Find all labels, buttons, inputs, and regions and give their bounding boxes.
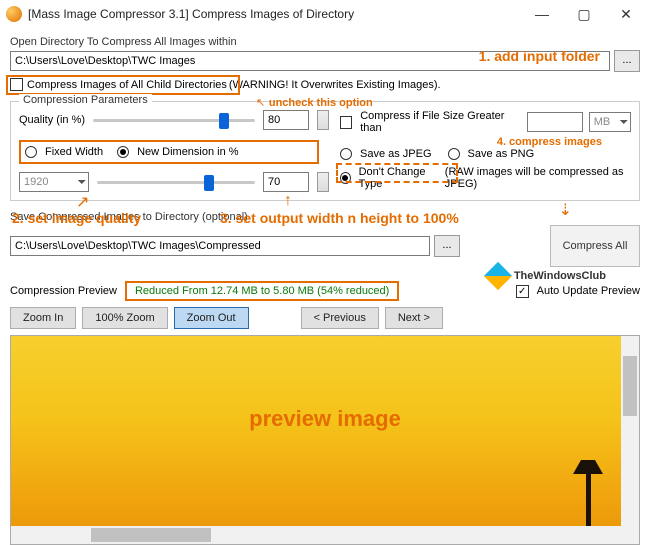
window-title: [Mass Image Compressor 3.1] Compress Ima… xyxy=(28,7,530,21)
zoom-100-button[interactable]: 100% Zoom xyxy=(82,307,167,329)
horizontal-scrollbar[interactable] xyxy=(11,526,621,544)
auto-update-preview-option[interactable]: Auto Update Preview xyxy=(516,285,640,298)
compress-all-button[interactable]: Compress All xyxy=(550,225,640,267)
compress-if-size-checkbox[interactable] xyxy=(340,116,352,129)
quality-label: Quality (in %) xyxy=(19,114,85,126)
new-dimension-option[interactable]: New Dimension in % xyxy=(117,146,238,158)
browse-output-button[interactable]: ... xyxy=(434,235,460,257)
open-directory-label: Open Directory To Compress All Images wi… xyxy=(10,36,640,48)
dont-change-type-option[interactable]: Don't Change Type xyxy=(340,166,439,190)
spinner-icon[interactable] xyxy=(317,172,329,192)
size-threshold-input[interactable] xyxy=(527,112,583,132)
close-button[interactable]: ✕ xyxy=(614,6,638,23)
spinner-icon[interactable] xyxy=(317,110,329,130)
zoom-out-button[interactable]: Zoom Out xyxy=(174,307,249,329)
child-directories-checkbox[interactable] xyxy=(10,78,23,91)
raw-note: (RAW images will be compressed as JPEG) xyxy=(445,166,631,190)
fixed-width-label: Fixed Width xyxy=(45,146,103,158)
compression-preview-label: Compression Preview xyxy=(10,285,117,297)
compression-parameters-legend: Compression Parameters xyxy=(19,94,152,106)
save-as-png-label: Save as PNG xyxy=(468,148,535,160)
preview-status: Reduced From 12.74 MB to 5.80 MB (54% re… xyxy=(125,281,399,301)
app-icon xyxy=(6,6,22,22)
preview-image[interactable]: preview image xyxy=(10,335,640,545)
dont-change-type-label: Don't Change Type xyxy=(359,166,439,190)
dimension-slider[interactable] xyxy=(97,173,255,191)
quality-value[interactable] xyxy=(263,110,309,130)
vertical-scrollbar[interactable] xyxy=(621,336,639,544)
maximize-button[interactable]: ▢ xyxy=(572,6,596,23)
save-directory-label: Save Compressed Images to Directory (opt… xyxy=(10,211,640,223)
next-button[interactable]: Next > xyxy=(385,307,443,329)
save-as-jpeg-option[interactable]: Save as JPEG xyxy=(340,148,432,160)
compression-parameters-group: Compression Parameters Quality (in %) Fi… xyxy=(10,101,640,201)
save-as-jpeg-label: Save as JPEG xyxy=(360,148,432,160)
save-directory-field[interactable] xyxy=(10,236,430,256)
fixed-width-select[interactable]: 1920 xyxy=(19,172,89,192)
save-as-png-option[interactable]: Save as PNG xyxy=(448,148,535,160)
titlebar: [Mass Image Compressor 3.1] Compress Ima… xyxy=(0,0,650,28)
dimension-value[interactable] xyxy=(263,172,309,192)
size-unit-select[interactable]: MB xyxy=(589,112,631,132)
annotation-preview: preview image xyxy=(249,406,401,432)
minimize-button[interactable]: — xyxy=(530,6,554,22)
input-directory-field[interactable] xyxy=(10,51,610,71)
new-dimension-label: New Dimension in % xyxy=(137,146,238,158)
browse-input-button[interactable]: ... xyxy=(614,50,640,72)
child-directories-label: Compress Images of All Child Directories xyxy=(27,79,227,91)
quality-slider[interactable] xyxy=(93,111,255,129)
previous-button[interactable]: < Previous xyxy=(301,307,379,329)
fixed-width-option[interactable]: Fixed Width xyxy=(25,146,103,158)
auto-update-preview-label: Auto Update Preview xyxy=(537,285,640,297)
zoom-in-button[interactable]: Zoom In xyxy=(10,307,76,329)
compress-if-size-label: Compress if File Size Greater than xyxy=(360,110,517,134)
child-directories-warning: (WARNING! It Overwrites Existing Images)… xyxy=(229,79,441,91)
